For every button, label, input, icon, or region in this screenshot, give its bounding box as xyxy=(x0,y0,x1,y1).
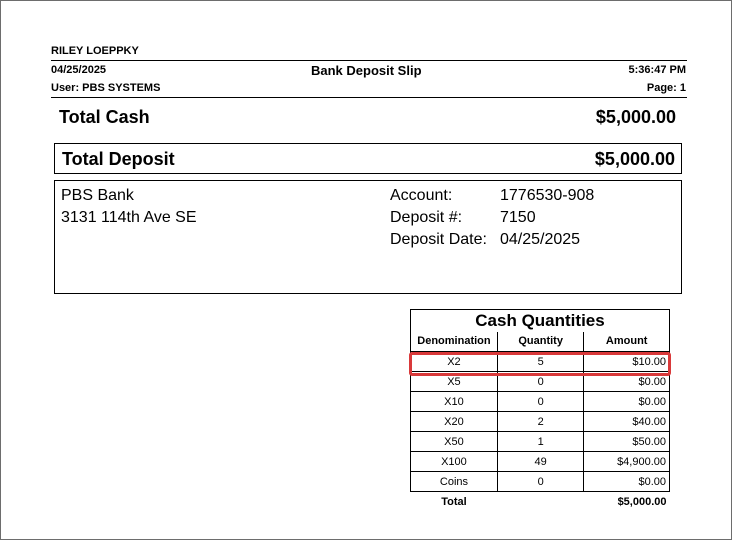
quantity-cell: 49 xyxy=(496,451,585,472)
bank-info-box: PBS Bank 3131 114th Ave SE Account: 1776… xyxy=(54,180,682,294)
table-row: X100 49 $4,900.00 xyxy=(410,451,670,472)
total-value: $5,000.00 xyxy=(617,495,667,508)
report-time: 5:36:47 PM xyxy=(628,64,686,76)
total-label: Total xyxy=(441,495,467,508)
denomination-cell: X20 xyxy=(410,411,498,432)
quantity-cell: 1 xyxy=(496,431,585,452)
denomination-cell: Coins xyxy=(410,471,498,492)
total-row: Total $5,000.00 xyxy=(411,492,670,512)
report-date: 04/25/2025 xyxy=(51,64,107,76)
deposit-number-label: Deposit #: xyxy=(390,209,463,226)
quantity-cell: 0 xyxy=(496,391,585,412)
deposit-number-value: 7150 xyxy=(500,209,536,226)
highlighted-row-marker xyxy=(409,352,671,376)
total-deposit-label: Total Deposit xyxy=(62,149,175,169)
report-user: User: PBS SYSTEMS xyxy=(51,82,161,94)
amount-cell: $50.00 xyxy=(583,431,670,452)
table-row: X50 1 $50.00 xyxy=(410,431,670,452)
table-row: Coins 0 $0.00 xyxy=(410,471,670,492)
denomination-cell: X50 xyxy=(410,431,498,452)
column-header-amount: Amount xyxy=(583,331,670,352)
amount-cell: $0.00 xyxy=(583,471,670,492)
denomination-cell: X100 xyxy=(410,451,498,472)
amount-cell: $0.00 xyxy=(583,391,670,412)
page-number: Page: 1 xyxy=(646,82,686,94)
report-title: Bank Deposit Slip xyxy=(311,63,422,78)
account-label: Account: xyxy=(390,187,453,204)
amount-cell: $4,900.00 xyxy=(583,451,670,472)
header-rule-bottom xyxy=(51,97,687,98)
cash-quantities-title: Cash Quantities xyxy=(410,309,670,332)
total-deposit-value: $5,000.00 xyxy=(594,149,675,169)
cash-quantities-table: Cash Quantities Denomination Quantity Am… xyxy=(410,309,670,512)
amount-cell: $40.00 xyxy=(583,411,670,432)
denomination-cell: X10 xyxy=(410,391,498,412)
column-header-quantity: Quantity xyxy=(496,331,585,352)
table-row: X20 2 $40.00 xyxy=(410,411,670,432)
header-rule-top xyxy=(51,60,687,61)
table-row: X10 0 $0.00 xyxy=(410,391,670,412)
bank-address: 3131 114th Ave SE xyxy=(61,209,197,226)
total-cash-label: Total Cash xyxy=(59,107,150,127)
quantity-cell: 2 xyxy=(496,411,585,432)
column-header-denomination: Denomination xyxy=(410,331,498,352)
deposit-date-value: 04/25/2025 xyxy=(500,231,581,248)
deposit-date-label: Deposit Date: xyxy=(390,231,487,248)
quantity-cell: 0 xyxy=(496,471,585,492)
customer-name: RILEY LOEPPKY xyxy=(51,45,139,57)
account-value: 1776530-908 xyxy=(500,187,595,204)
total-cash-value: $5,000.00 xyxy=(595,107,676,127)
total-deposit-box: Total Deposit $5,000.00 xyxy=(54,143,682,174)
total-spacer xyxy=(497,492,584,512)
bank-name: PBS Bank xyxy=(61,187,134,204)
